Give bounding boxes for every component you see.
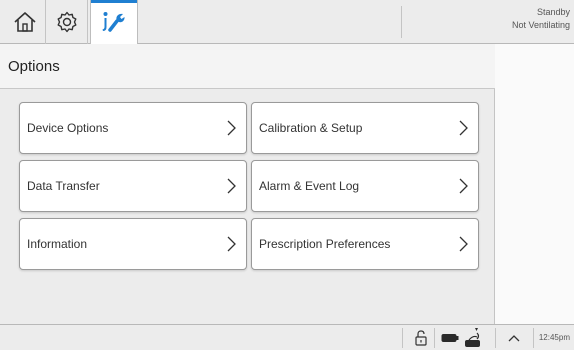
chevron-right-icon [459,120,468,136]
status-line-1: Standby [536,7,570,17]
chevron-up-icon [508,335,520,342]
information-button[interactable]: Information [19,218,247,270]
chevron-right-icon [459,178,468,194]
page-header: Options [0,44,495,89]
clock: 12:45pm [538,333,570,342]
status-line-2: Not Ventilating [511,20,570,30]
calibration-setup-button[interactable]: Calibration & Setup [251,102,479,154]
tools-icon [102,12,125,32]
options-panel: Options Device Options Calibration & Set… [0,44,495,324]
bottom-divider [533,328,534,348]
tab-settings[interactable] [46,0,88,44]
alarm-event-log-button[interactable]: Alarm & Event Log [251,160,479,212]
bottom-divider [495,328,496,348]
top-divider [401,6,402,38]
top-bar: Standby Not Ventilating [0,0,574,44]
card-label: Data Transfer [27,179,100,193]
card-label: Device Options [27,121,109,135]
prescription-preferences-button[interactable]: Prescription Preferences [251,218,479,270]
expand-tray-button[interactable] [500,325,528,350]
ventilation-status: Standby Not Ventilating [512,6,570,32]
card-label: Alarm & Event Log [259,179,360,193]
tab-options[interactable] [90,0,138,44]
card-label: Prescription Preferences [259,237,391,251]
home-icon [13,12,36,32]
active-tab-indicator [91,0,137,3]
unlock-icon [415,330,427,346]
device-options-button[interactable]: Device Options [19,102,247,154]
chevron-right-icon [227,178,236,194]
chevron-right-icon [227,236,236,252]
data-transfer-button[interactable]: Data Transfer [19,160,247,212]
tab-home[interactable] [4,0,46,44]
battery-icon [441,334,459,342]
card-label: Calibration & Setup [259,121,363,135]
chevron-right-icon [459,236,468,252]
bottom-divider [402,328,403,348]
ac-power-icon [465,328,480,347]
bottom-divider [434,328,435,348]
side-panel [495,44,574,324]
ac-power-status [462,325,484,350]
card-label: Information [27,237,88,251]
battery-status [440,325,460,350]
lock-status[interactable] [412,325,430,350]
gear-icon [57,11,76,33]
bottom-bar: 12:45pm [0,324,574,350]
page-title: Options [8,58,60,75]
chevron-right-icon [227,120,236,136]
